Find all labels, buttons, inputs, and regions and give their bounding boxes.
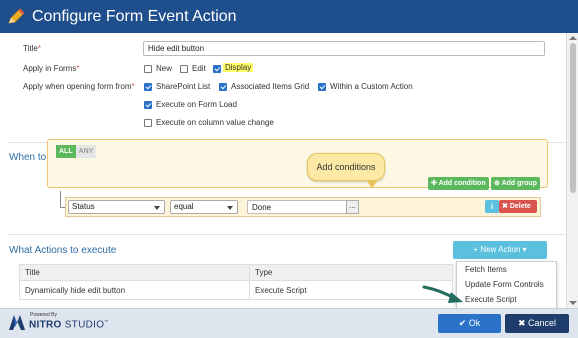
scroll-down-icon[interactable] (569, 301, 577, 305)
menu-item-fetch-items[interactable]: Fetch Items (457, 262, 556, 277)
add-conditions-callout: Add conditions (307, 153, 385, 188)
chevron-down-icon (227, 206, 233, 210)
add-group-button[interactable]: ⊕ Add group (491, 177, 540, 190)
pointer-arrow-icon (422, 285, 463, 303)
check-icon: ✔ (458, 318, 469, 328)
menu-item-execute-script[interactable]: Execute Script (457, 292, 556, 307)
close-icon: ✖ (517, 318, 529, 328)
plus-circle-icon: ⊕ (494, 180, 502, 187)
custom-action-label: Within a Custom Action (330, 82, 413, 91)
title-label: Title* (23, 44, 41, 53)
dialog-titlebar: Configure Form Event Action (0, 0, 578, 33)
vertical-scrollbar[interactable] (566, 33, 578, 308)
apply-in-forms-label: Apply in Forms* (23, 64, 80, 73)
execute-on-column-change-checkbox[interactable] (144, 119, 152, 127)
apply-when-label: Apply when opening form from* (23, 82, 135, 91)
edit-form-checkbox[interactable] (180, 65, 188, 73)
table-header-row: Title Type (19, 264, 453, 281)
value-input[interactable]: Done (247, 200, 347, 214)
actions-table: Title Type Dynamically hide edit button … (19, 264, 453, 300)
custom-action-checkbox[interactable] (318, 83, 326, 91)
title-input[interactable] (143, 41, 545, 56)
sharepoint-list-checkbox[interactable] (144, 83, 152, 91)
nitro-logo-icon (9, 315, 25, 330)
info-button[interactable]: i (485, 200, 499, 213)
actions-section-title: What Actions to execute (9, 245, 117, 256)
scroll-up-icon[interactable] (569, 36, 577, 40)
chevron-down-icon (154, 206, 160, 210)
scroll-thumb[interactable] (570, 43, 576, 193)
plus-icon: ✚ (431, 180, 439, 187)
value-picker-button[interactable]: ... (346, 200, 359, 214)
delete-rule-button[interactable]: ✖ Delete (499, 200, 537, 213)
new-form-label: New (156, 64, 173, 73)
all-any-toggle[interactable]: ALL ANY (56, 145, 97, 158)
divider (8, 234, 566, 235)
display-form-checkbox[interactable] (213, 65, 221, 73)
dialog-title: Configure Form Event Action (32, 7, 237, 25)
operator-select[interactable]: equal (170, 200, 238, 214)
cancel-button[interactable]: ✖ Cancel (505, 314, 569, 333)
edit-form-label: Edit (192, 64, 206, 73)
column-header-title: Title (19, 264, 250, 281)
execute-on-form-load-label: Execute on Form Load (156, 100, 237, 109)
pencil-icon (8, 7, 25, 24)
sharepoint-list-label: SharePoint List (156, 82, 211, 91)
table-row[interactable]: Dynamically hide edit button Execute Scr… (19, 280, 453, 300)
new-action-button[interactable]: + New Action ▾ (453, 241, 547, 259)
add-condition-button[interactable]: ✚ Add condition (428, 177, 489, 190)
close-icon: ✖ (502, 203, 510, 210)
table-cell: Dynamically hide edit button (19, 280, 250, 300)
menu-item-update-form-controls[interactable]: Update Form Controls (457, 277, 556, 292)
nitro-studio-logo: Powered By NITRO STUDIO™ (8, 311, 118, 335)
associated-items-grid-label: Associated Items Grid (231, 82, 310, 91)
ok-button[interactable]: ✔ Ok (438, 314, 501, 333)
execute-on-column-change-label: Execute on column value change (156, 118, 274, 127)
new-action-menu: Fetch Items Update Form Controls Execute… (456, 261, 557, 311)
display-form-label: Display (223, 63, 254, 72)
all-toggle[interactable]: ALL (56, 145, 76, 158)
new-form-checkbox[interactable] (144, 65, 152, 73)
execute-on-form-load-checkbox[interactable] (144, 101, 152, 109)
field-select[interactable]: Status (68, 200, 165, 214)
any-toggle[interactable]: ANY (75, 145, 97, 158)
info-icon: i (490, 202, 494, 211)
associated-items-grid-checkbox[interactable] (219, 83, 227, 91)
